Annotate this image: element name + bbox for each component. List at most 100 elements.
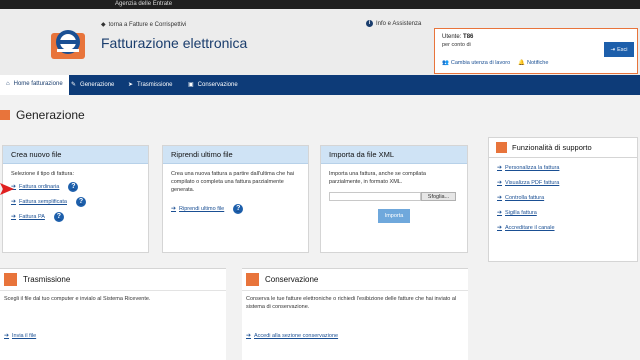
link-label: Visualizza PDF fattura	[505, 180, 560, 186]
link-label: Fattura PA	[19, 214, 45, 220]
help-icon[interactable]: ?	[53, 212, 64, 222]
top-bar: Agenzia delle Entrate	[0, 0, 640, 9]
panel-body: Importa una fattura, anche se compilata …	[321, 164, 467, 229]
help-icon[interactable]: ?	[233, 204, 244, 214]
exit-icon: ⇥	[610, 46, 616, 53]
arrow-icon: ➔	[171, 205, 177, 212]
panel-title: Crea nuovo file	[3, 146, 148, 164]
arrow-icon: ➔	[11, 198, 17, 205]
change-user-link[interactable]: 👥 Cambia utenza di lavoro	[442, 60, 510, 66]
fattura-pa-link[interactable]: ➔ Fattura PA ?	[11, 212, 140, 222]
sigilla-fattura-link[interactable]: ➔ Sigilla fattura	[497, 209, 629, 217]
notifications-label: Notifiche	[527, 60, 549, 66]
conservazione-section: Conservazione Conserva le tue fatture el…	[242, 268, 468, 360]
riprendi-ultimo-file-link[interactable]: ➔ Riprendi ultimo file ?	[171, 204, 300, 214]
file-path-input[interactable]	[329, 192, 421, 201]
panel-body: Crea una nuova fattura a partire dall'ul…	[163, 164, 308, 220]
user-actions: 👥 Cambia utenza di lavoro 🔔 Notifiche	[442, 60, 548, 66]
header: ◆ torna a Fatture e Corrispettivi Fattur…	[0, 9, 640, 75]
personalizza-fattura-link[interactable]: ➔ Personalizza la fattura	[497, 164, 629, 172]
tab-label: Conservazione	[197, 82, 238, 88]
fatturazione-logo-icon	[51, 30, 85, 59]
user-box: Utente: T86 per conto di 👥 Cambia utenza …	[434, 28, 638, 74]
link-label: Riprendi ultimo file	[179, 206, 225, 212]
arrow-icon: ➔	[497, 224, 503, 231]
panel-body: Selezione il tipo di fattura: ➔ Fattura …	[3, 164, 148, 228]
help-icon[interactable]: ?	[76, 197, 86, 207]
arrow-icon: ➔	[497, 194, 503, 201]
user-line: Utente: T86	[442, 34, 473, 40]
tab-generazione[interactable]: ✎ Generazione	[71, 75, 114, 95]
browse-button[interactable]: Sfoglia...	[421, 192, 456, 201]
app-title: Fatturazione elettronica	[101, 35, 248, 51]
back-arrow-icon: ◆	[101, 22, 106, 28]
support-title: Funzionalità di supporto	[512, 143, 592, 152]
info-icon: i	[366, 20, 373, 27]
main-nav: ⌂ Home fatturazione ✎ Generazione ➤ Tras…	[0, 75, 640, 95]
arrow-icon: ➔	[11, 213, 17, 220]
support-header: Funzionalità di supporto	[489, 138, 637, 158]
change-user-label: Cambia utenza di lavoro	[450, 60, 511, 66]
fattura-ordinaria-link[interactable]: ➔ Fattura ordinaria ?	[11, 182, 140, 192]
panel-importa-xml: Importa da file XML Importa una fattura,…	[320, 145, 468, 253]
back-link-label: torna a Fatture e Corrispettivi	[108, 21, 187, 28]
tab-label: Generazione	[80, 82, 115, 88]
exit-button[interactable]: ⇥ Esci	[604, 42, 634, 57]
panel-riprendi-ultimo-file: Riprendi ultimo file Crea una nuova fatt…	[162, 145, 309, 253]
trasmissione-section: Trasmissione Scegli il file dal tuo comp…	[0, 268, 226, 360]
agency-name: Agenzia delle Entrate	[115, 1, 173, 7]
user-code: T86	[463, 34, 474, 40]
conservazione-text: Conserva le tue fatture elettroniche o r…	[246, 296, 457, 310]
file-picker: Sfoglia...	[329, 192, 459, 201]
tab-trasmissione[interactable]: ➤ Trasmissione	[128, 75, 172, 95]
panel-text: Crea una nuova fattura a partire dall'ul…	[171, 171, 295, 193]
page-title-row: Generazione	[0, 108, 85, 122]
tab-conservazione[interactable]: ▣ Conservazione	[188, 75, 238, 95]
import-button[interactable]: Importa	[378, 209, 410, 223]
help-icon[interactable]: ?	[68, 182, 79, 192]
tab-label: Trasmissione	[137, 82, 173, 88]
send-section-icon	[4, 273, 17, 286]
info-link-label: Info e Assistenza	[376, 20, 422, 27]
panel-title: Importa da file XML	[321, 146, 467, 164]
accedi-conservazione-link[interactable]: ➔ Accedi alla sezione conservazione	[246, 332, 338, 340]
back-to-fatture-link[interactable]: ◆ torna a Fatture e Corrispettivi	[101, 21, 187, 29]
link-label: Controlla fattura	[505, 195, 545, 201]
archive-section-icon	[246, 273, 259, 286]
link-label: Fattura ordinaria	[19, 184, 60, 190]
panel-crea-nuovo-file: Crea nuovo file Selezione il tipo di fat…	[2, 145, 149, 253]
user-label: Utente:	[442, 34, 462, 40]
trasmissione-title: Trasmissione	[23, 275, 71, 284]
exit-label: Esci	[617, 46, 628, 53]
link-label: Accreditare il canale	[505, 225, 555, 231]
notifications-link[interactable]: 🔔 Notifiche	[518, 60, 548, 66]
invia-file-link[interactable]: ➔ Invia il file	[4, 332, 37, 340]
conservazione-header: Conservazione	[242, 269, 468, 291]
pencil-icon: ✎	[71, 82, 77, 88]
fattura-semplificata-link[interactable]: ➔ Fattura semplificata ?	[11, 197, 140, 207]
accreditare-canale-link[interactable]: ➔ Accreditare il canale	[497, 224, 629, 232]
bell-icon: 🔔	[518, 60, 526, 66]
support-panel: Funzionalità di supporto ➔ Personalizza l…	[488, 137, 638, 262]
link-label: Invia il file	[12, 333, 37, 339]
home-icon: ⌂	[6, 81, 10, 87]
link-label: Personalizza la fattura	[505, 165, 560, 171]
users-icon: 👥	[442, 60, 449, 66]
visualizza-pdf-link[interactable]: ➔ Visualizza PDF fattura	[497, 179, 629, 187]
arrow-icon: ➔	[497, 209, 503, 216]
archive-icon: ▣	[188, 82, 194, 88]
per-conto-label: per conto di	[442, 42, 471, 48]
info-assistance-link[interactable]: i Info e Assistenza	[366, 20, 421, 27]
arrow-icon: ➔	[497, 164, 503, 171]
conservazione-title: Conservazione	[265, 275, 319, 284]
arrow-icon: ➔	[4, 332, 10, 339]
tab-home-fatturazione[interactable]: ⌂ Home fatturazione	[0, 75, 69, 95]
arrow-icon: ➔	[246, 332, 252, 339]
arrow-icon: ➔	[497, 179, 503, 186]
trasmissione-text: Scegli il file dal tuo computer e invial…	[4, 296, 151, 302]
page-title: Generazione	[16, 108, 85, 122]
tab-label: Home fatturazione	[13, 81, 63, 87]
send-icon: ➤	[128, 82, 134, 88]
panel-intro: Selezione il tipo di fattura:	[11, 171, 74, 177]
controlla-fattura-link[interactable]: ➔ Controlla fattura	[497, 194, 629, 202]
